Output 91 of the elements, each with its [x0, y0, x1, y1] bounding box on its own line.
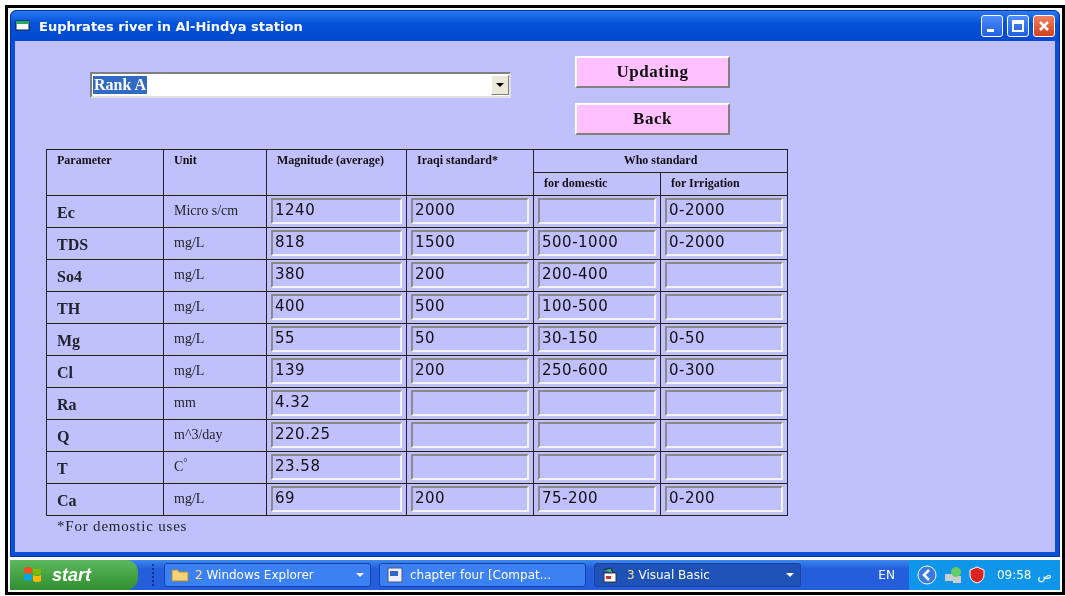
unit-label: mg/L	[173, 362, 206, 379]
parameter-label: TH	[56, 299, 82, 318]
column-header: Iraqi standard*	[416, 152, 500, 169]
value-field[interactable]	[538, 198, 656, 224]
network-icon[interactable]	[942, 566, 963, 584]
value-field[interactable]	[411, 422, 529, 448]
unit-label: mg/L	[173, 330, 206, 347]
show-hidden-icons-button[interactable]	[916, 565, 937, 585]
minimize-icon	[987, 28, 994, 32]
close-button[interactable]	[1033, 15, 1055, 37]
value-field[interactable]	[665, 390, 783, 416]
column-header: Magnitude (average)	[276, 152, 385, 169]
value-field[interactable]	[538, 422, 656, 448]
value-field[interactable]: 30-150	[538, 326, 656, 352]
parameter-label: T	[56, 459, 69, 478]
value-field[interactable]: 200	[411, 262, 529, 288]
value-field[interactable]: 4.32	[271, 390, 402, 416]
unit-label: mg/L	[173, 298, 206, 315]
taskbar-button[interactable]: 2 Windows Explorer	[164, 563, 371, 587]
parameter-label: Ca	[56, 491, 78, 510]
taskbar-button[interactable]: 3 Visual Basic	[594, 563, 801, 587]
caret-icon	[496, 82, 504, 88]
value-field[interactable]: 0-200	[665, 486, 783, 512]
parameter-label: Ra	[56, 395, 78, 414]
taskbar-button[interactable]: chapter four [Compat...	[379, 563, 586, 587]
folder-icon	[171, 568, 189, 582]
value-field[interactable]: 500	[411, 294, 529, 320]
value-field[interactable]: 75-200	[538, 486, 656, 512]
value-field[interactable]	[411, 454, 529, 480]
value-field[interactable]: 0-2000	[665, 198, 783, 224]
column-header: Unit	[173, 152, 198, 169]
close-icon	[1038, 20, 1050, 32]
parameter-label: Cl	[56, 363, 74, 382]
value-field[interactable]: 0-50	[665, 326, 783, 352]
value-field[interactable]: 2000	[411, 198, 529, 224]
value-field[interactable]: 23.58	[271, 454, 402, 480]
value-field[interactable]: 1500	[411, 230, 529, 256]
windows-flag-icon	[22, 565, 44, 585]
form-button[interactable]: Updating	[575, 56, 730, 88]
column-header: Parameter	[56, 152, 113, 169]
clock-period: ص	[1037, 568, 1052, 582]
value-field[interactable]: 380	[271, 262, 402, 288]
value-field[interactable]: 1240	[271, 198, 402, 224]
column-header: Who standard	[622, 152, 699, 169]
value-field[interactable]: 0-300	[665, 358, 783, 384]
maximize-button[interactable]	[1007, 15, 1029, 37]
parameter-label: Ec	[56, 203, 76, 222]
value-field[interactable]: 500-1000	[538, 230, 656, 256]
value-field[interactable]: 69	[271, 486, 402, 512]
unit-label: mg/L	[173, 490, 206, 507]
value-field[interactable]: 50	[411, 326, 529, 352]
maximize-icon	[1012, 20, 1024, 32]
value-field[interactable]: 400	[271, 294, 402, 320]
column-header: for domestic	[543, 175, 609, 192]
window-title: Euphrates river in Al-Hindya station	[39, 18, 303, 34]
parameter-label: TDS	[56, 235, 90, 254]
unit-label: Micro s/cm	[173, 202, 240, 219]
parameter-label: Q	[56, 427, 71, 446]
footnote: *For demostic uses	[57, 518, 188, 535]
shield-icon[interactable]	[968, 566, 985, 584]
minimize-button[interactable]	[981, 15, 1003, 37]
value-field[interactable]: 818	[271, 230, 402, 256]
parameter-label: Mg	[56, 331, 82, 350]
value-field[interactable]: 200	[411, 358, 529, 384]
value-field[interactable]	[538, 454, 656, 480]
window-icon	[15, 20, 31, 32]
parameter-label: So4	[56, 267, 83, 286]
unit-label: mg/L	[173, 234, 206, 251]
unit-label: mg/L	[173, 266, 206, 283]
document-icon	[386, 567, 404, 583]
value-field[interactable]: 200	[411, 486, 529, 512]
value-field[interactable]	[665, 422, 783, 448]
value-field[interactable]	[665, 454, 783, 480]
value-field[interactable]: 100-500	[538, 294, 656, 320]
value-field[interactable]	[538, 390, 656, 416]
value-field[interactable]	[665, 262, 783, 288]
form-button[interactable]: Back	[575, 103, 730, 135]
value-field[interactable]: 139	[271, 358, 402, 384]
value-field[interactable]	[411, 390, 529, 416]
value-field[interactable]: 0-2000	[665, 230, 783, 256]
value-field[interactable]: 55	[271, 326, 402, 352]
unit-label: mm	[173, 394, 197, 411]
rank-dropdown[interactable]: Rank A	[90, 72, 511, 98]
value-field[interactable]: 250-600	[538, 358, 656, 384]
unit-label: m^3/day	[173, 426, 224, 443]
value-field[interactable]	[665, 294, 783, 320]
unit-label: C$^{°}$	[173, 455, 189, 475]
column-header: for Irrigation	[670, 175, 741, 192]
language-indicator[interactable]: EN	[878, 568, 895, 582]
value-field[interactable]: 220.25	[271, 422, 402, 448]
value-field[interactable]: 200-400	[538, 262, 656, 288]
